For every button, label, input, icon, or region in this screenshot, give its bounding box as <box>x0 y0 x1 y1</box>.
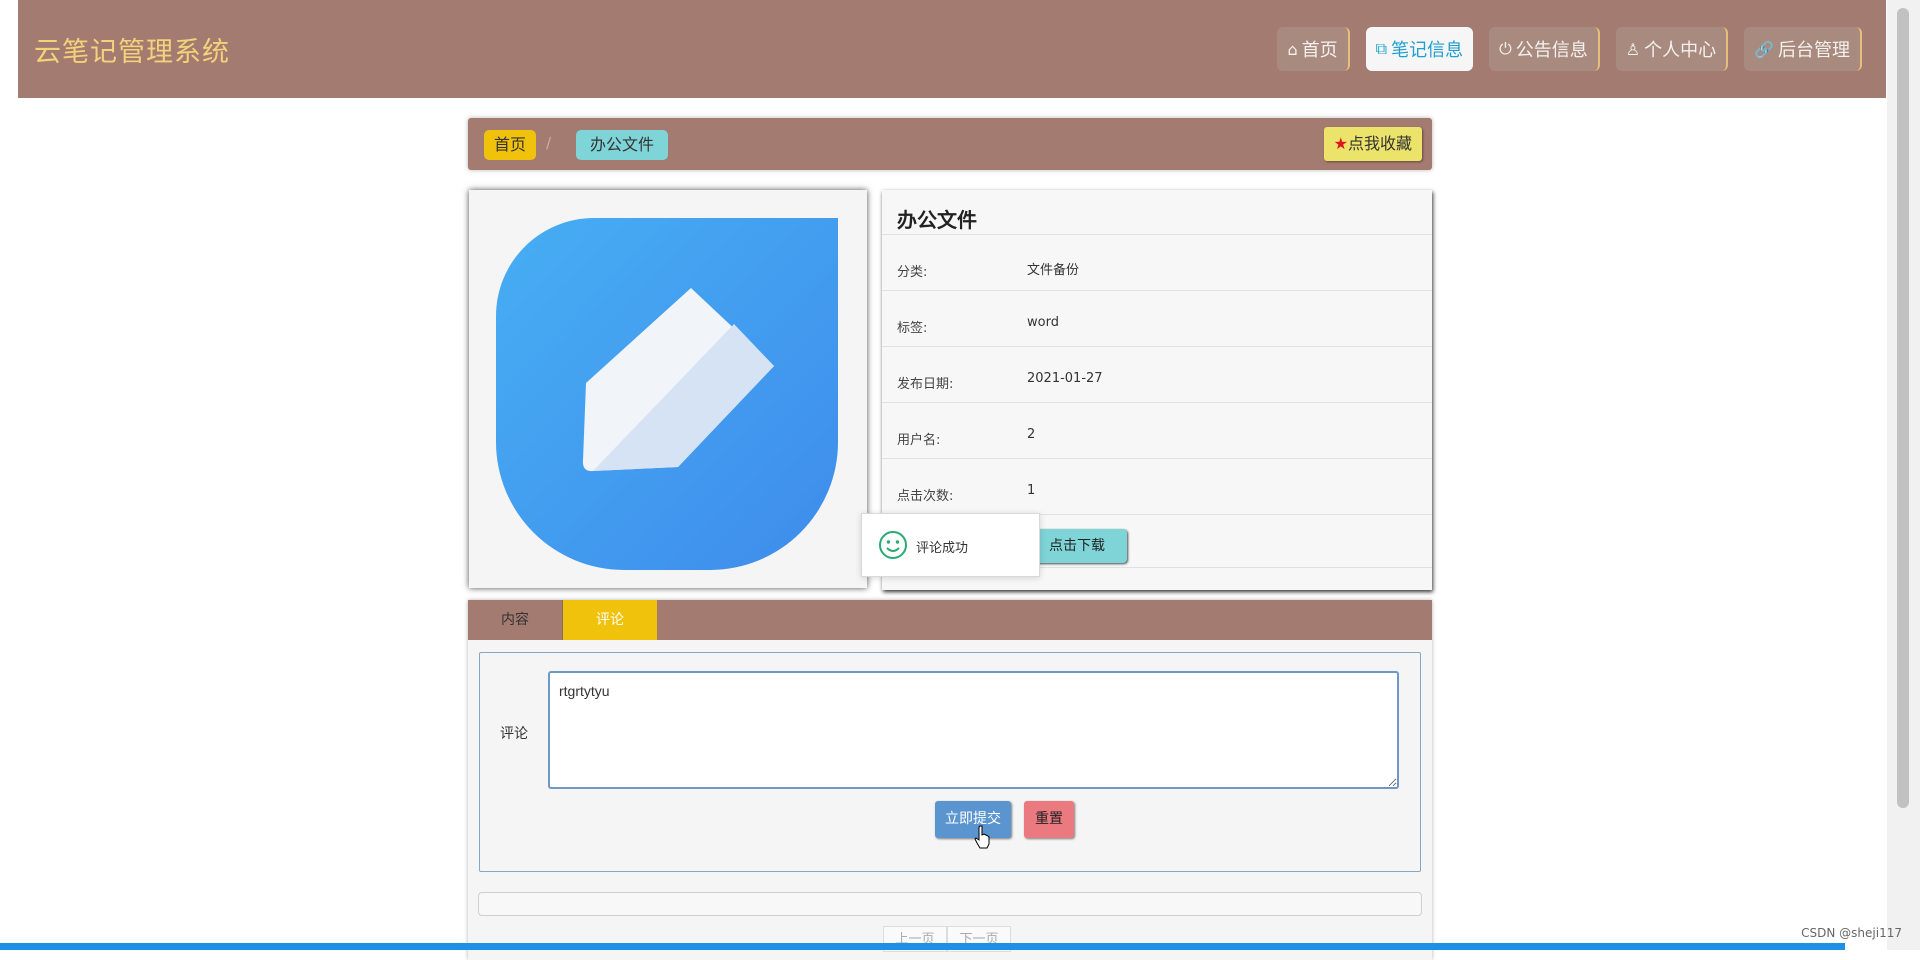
detail-row-date: 发布日期: 2021-01-27 <box>882 346 1432 403</box>
tab-bar: 内容 评论 <box>468 600 1432 640</box>
tag-value: word <box>1027 315 1059 330</box>
date-value: 2021-01-27 <box>1027 371 1103 386</box>
breadcrumb-home[interactable]: 首页 <box>484 130 537 160</box>
smile-icon <box>879 531 907 559</box>
note-title: 办公文件 <box>897 208 977 232</box>
link-icon: 🔗 <box>1754 39 1774 59</box>
note-cover-image <box>469 190 867 588</box>
nav-announcements[interactable]: ⏻ 公告信息 <box>1489 27 1600 71</box>
detail-row-username: 用户名: 2 <box>882 402 1432 459</box>
comment-label: 评论 <box>500 726 528 742</box>
reset-button[interactable]: 重置 <box>1024 801 1074 838</box>
clicks-label: 点击次数: <box>897 489 954 504</box>
notes-icon: ⧉ <box>1375 39 1388 58</box>
page-left-margin <box>0 0 18 950</box>
comment-list <box>478 892 1422 916</box>
star-icon: ★ <box>1333 134 1348 153</box>
main-nav: ⌂ 首页 ⧉ 笔记信息 ⏻ 公告信息 ♙ 个人中心 🔗 后台管理 <box>1277 27 1862 71</box>
power-icon: ⏻ <box>1499 39 1512 58</box>
watermark: CSDN @sheji117 <box>1801 926 1902 940</box>
comment-form: 评论 rtgrtytyu 立即提交 重置 <box>479 652 1421 872</box>
favorite-button[interactable]: ★点我收藏 <box>1323 127 1422 161</box>
nav-announcements-label: 公告信息 <box>1515 40 1588 61</box>
date-label: 发布日期: <box>897 377 954 392</box>
nav-home-label: 首页 <box>1301 40 1338 61</box>
top-header: 云笔记管理系统 ⌂ 首页 ⧉ 笔记信息 ⏻ 公告信息 ♙ 个人中心 🔗 后台管理 <box>18 0 1886 98</box>
download-button[interactable]: 点击下载 <box>1027 529 1127 563</box>
breadcrumb-current[interactable]: 办公文件 <box>576 130 669 160</box>
submit-button[interactable]: 立即提交 <box>935 801 1011 838</box>
favorite-button-label: 点我收藏 <box>1347 134 1412 153</box>
nav-notes-label: 笔记信息 <box>1391 40 1464 61</box>
comment-textarea[interactable]: rtgrtytyu <box>548 671 1399 789</box>
tag-label: 标签: <box>897 321 928 336</box>
tab-comment[interactable]: 评论 <box>563 600 657 640</box>
breadcrumb-bar: 首页 / 办公文件 ★点我收藏 <box>468 118 1432 170</box>
breadcrumb-separator: / <box>546 134 552 152</box>
bottom-progress-strip <box>0 943 1845 950</box>
nav-notes[interactable]: ⧉ 笔记信息 <box>1365 27 1474 71</box>
vertical-scrollbar[interactable] <box>1887 0 1920 950</box>
user-icon: ♙ <box>1625 39 1641 59</box>
category-label: 分类: <box>897 265 928 280</box>
category-value: 文件备份 <box>1027 263 1080 278</box>
tab-content[interactable]: 内容 <box>468 600 563 640</box>
nav-home[interactable]: ⌂ 首页 <box>1277 27 1350 71</box>
home-icon: ⌂ <box>1287 39 1298 59</box>
username-value: 2 <box>1027 427 1036 442</box>
detail-row-clicks: 点击次数: 1 <box>882 458 1432 515</box>
hand-cursor-icon <box>974 825 990 849</box>
toast-message: 评论成功 <box>916 541 969 556</box>
nav-personal-center-label: 个人中心 <box>1644 40 1717 61</box>
pencil-note-icon <box>496 218 838 570</box>
username-label: 用户名: <box>897 433 941 448</box>
nav-admin[interactable]: 🔗 后台管理 <box>1744 27 1862 71</box>
site-title: 云笔记管理系统 <box>34 37 230 68</box>
detail-row-tag: 标签: word <box>882 290 1432 347</box>
scrollbar-thumb[interactable] <box>1897 8 1909 808</box>
nav-admin-label: 后台管理 <box>1778 40 1850 61</box>
clicks-value: 1 <box>1027 483 1036 498</box>
success-toast: 评论成功 <box>861 513 1040 577</box>
detail-row-category: 分类: 文件备份 <box>882 234 1432 291</box>
tabs-panel: 内容 评论 评论 rtgrtytyu 立即提交 重置 上一页 下一页 <box>468 600 1432 960</box>
nav-personal-center[interactable]: ♙ 个人中心 <box>1615 27 1729 71</box>
